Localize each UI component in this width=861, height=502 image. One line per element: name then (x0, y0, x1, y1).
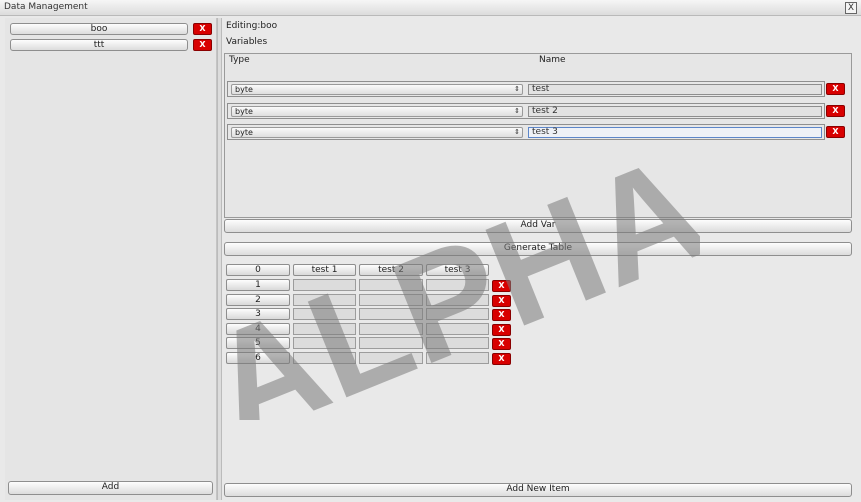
add-item-button[interactable]: Add (8, 481, 213, 495)
remove-row-button[interactable]: X (492, 294, 511, 307)
remove-item-ttt-button[interactable]: X (193, 39, 212, 51)
table-row-id-button[interactable]: 4 (226, 322, 290, 335)
remove-row-button[interactable]: X (492, 309, 511, 321)
table-cell-input[interactable] (359, 322, 423, 335)
generate-table-button[interactable]: Generate Table (224, 242, 852, 256)
remove-variable-button[interactable]: X (826, 105, 845, 117)
name-column-header: Name (539, 55, 566, 65)
variable-name-field[interactable]: test (528, 84, 822, 95)
window-title: Data Management (4, 2, 88, 12)
table-cell-input[interactable] (426, 308, 489, 320)
editing-label: Editing:boo (226, 21, 278, 31)
item-button-ttt[interactable]: ttt (10, 39, 188, 51)
table-cell-input[interactable] (426, 322, 489, 335)
table-cell-input[interactable] (293, 279, 356, 291)
select-arrow-icon: ⇕ (514, 85, 520, 93)
close-window-button[interactable]: X (845, 2, 857, 14)
table-cell-input[interactable] (359, 293, 423, 306)
table-header-cell[interactable]: test 2 (359, 264, 423, 276)
table-cell-input[interactable] (293, 337, 356, 349)
table-cell-input[interactable] (426, 279, 489, 291)
table-cell-input[interactable] (359, 279, 423, 291)
table-cell-input[interactable] (359, 351, 423, 364)
variables-label: Variables (226, 37, 268, 47)
type-select-value: byte (235, 107, 253, 116)
type-column-header: Type (229, 55, 250, 65)
item-list-panel (5, 18, 217, 500)
table-cell-input[interactable] (293, 293, 356, 306)
type-select-value: byte (235, 128, 253, 137)
table-cell-input[interactable] (359, 337, 423, 349)
select-arrow-icon: ⇕ (514, 107, 520, 115)
window-titlebar: Data Management X (0, 0, 861, 16)
table-cell-input[interactable] (359, 308, 423, 320)
remove-variable-button[interactable]: X (826, 126, 845, 138)
table-cell-input[interactable] (293, 308, 356, 320)
table-cell-input[interactable] (426, 293, 489, 306)
remove-row-button[interactable]: X (492, 280, 511, 292)
remove-row-button[interactable]: X (492, 352, 511, 365)
remove-variable-button[interactable]: X (826, 83, 845, 95)
remove-row-button[interactable]: X (492, 338, 511, 350)
add-new-item-button[interactable]: Add New Item (224, 483, 852, 497)
variable-name-field[interactable]: test 3 (528, 127, 822, 138)
remove-item-boo-button[interactable]: X (193, 23, 212, 35)
table-header-cell[interactable]: test 3 (426, 264, 489, 276)
type-select[interactable]: byte ⇕ (231, 127, 523, 138)
variable-name-field[interactable]: test 2 (528, 106, 822, 117)
variable-row: byte ⇕ test 2 (227, 103, 825, 119)
table-cell-input[interactable] (426, 337, 489, 349)
table-row-id-button[interactable]: 6 (226, 351, 290, 364)
table-header-cell[interactable]: 0 (226, 264, 290, 276)
table-row-id-button[interactable]: 2 (226, 293, 290, 306)
table-row-id-button[interactable]: 1 (226, 279, 290, 291)
add-var-button[interactable]: Add Var (224, 219, 852, 233)
remove-row-button[interactable]: X (492, 323, 511, 336)
select-arrow-icon: ⇕ (514, 128, 520, 136)
type-select[interactable]: byte ⇕ (231, 84, 523, 95)
table-row-id-button[interactable]: 3 (226, 308, 290, 320)
type-select[interactable]: byte ⇕ (231, 106, 523, 117)
panel-splitter[interactable] (217, 18, 222, 500)
variable-row: byte ⇕ test (227, 81, 825, 97)
table-header-cell[interactable]: test 1 (293, 264, 356, 276)
table-row-id-button[interactable]: 5 (226, 337, 290, 349)
variable-row: byte ⇕ test 3 (227, 124, 825, 140)
table-cell-input[interactable] (426, 351, 489, 364)
table-cell-input[interactable] (293, 322, 356, 335)
type-select-value: byte (235, 85, 253, 94)
item-button-boo[interactable]: boo (10, 23, 188, 35)
table-cell-input[interactable] (293, 351, 356, 364)
